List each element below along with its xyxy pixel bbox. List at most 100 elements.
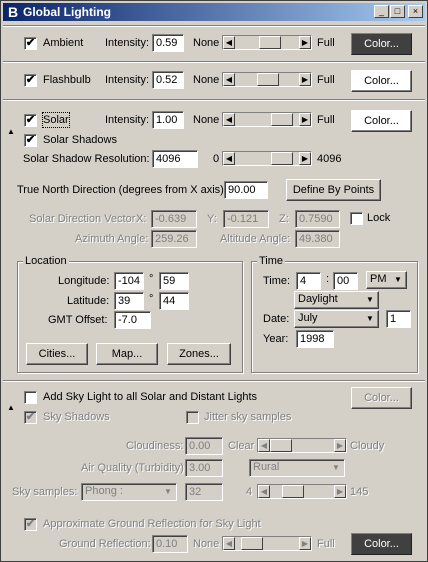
slider-thumb: [241, 537, 263, 550]
cities-button[interactable]: Cities...: [26, 343, 88, 365]
vector-z-label: Z:: [279, 213, 289, 225]
sky-color-button: Color...: [351, 387, 412, 409]
cloudiness-clear-label: Clear: [228, 440, 255, 452]
flashbulb-color-button[interactable]: Color...: [351, 70, 412, 92]
vector-y-field: -0.121: [223, 210, 269, 228]
slider-left-arrow-icon: ◀: [223, 537, 235, 550]
slider-thumb[interactable]: [271, 113, 293, 126]
ambient-checkbox[interactable]: ✔: [24, 37, 37, 50]
map-button[interactable]: Map...: [96, 343, 158, 365]
slider-thumb[interactable]: [257, 73, 279, 86]
true-north-label: True North Direction (degrees from X axi…: [17, 184, 227, 196]
degree-symbol: °: [149, 293, 154, 305]
slider-thumb: [282, 485, 304, 498]
ampm-dropdown[interactable]: PM ▼: [366, 271, 407, 289]
solar-color-button[interactable]: Color...: [351, 110, 412, 132]
ambient-intensity-field[interactable]: 0.59: [152, 34, 184, 52]
air-preset-value: Rural: [253, 461, 280, 473]
ambient-none-label: None: [193, 37, 220, 49]
flashbulb-intensity-slider[interactable]: ◀ ▶: [222, 72, 312, 87]
solar-shadows-checkbox[interactable]: ✔: [24, 134, 37, 147]
flashbulb-intensity-label: Intensity:: [105, 74, 150, 86]
slider-left-arrow-icon[interactable]: ◀: [223, 73, 235, 86]
slider-left-arrow-icon: ◀: [258, 439, 270, 452]
air-quality-field: 3.00: [185, 459, 223, 477]
shadow-resolution-max: 4096: [317, 153, 342, 165]
cloudiness-slider: ◀ ▶: [257, 438, 347, 453]
azimuth-field: 259.26: [151, 230, 197, 248]
latitude-minutes-field[interactable]: 44: [159, 292, 189, 310]
lock-checkbox[interactable]: [350, 212, 363, 225]
jitter-checkbox: [186, 411, 199, 424]
app-icon: B: [7, 4, 19, 20]
sky-shadows-checkbox: ✔: [24, 411, 37, 424]
longitude-minutes-field[interactable]: 59: [159, 272, 189, 290]
ambient-intensity-slider[interactable]: ◀ ▶: [222, 35, 312, 50]
add-sky-light-checkbox[interactable]: [24, 391, 37, 404]
solar-intensity-field[interactable]: 1.00: [152, 111, 184, 129]
collapse-triangle-icon[interactable]: ▲: [7, 403, 15, 412]
ground-full-label: Full: [317, 538, 335, 550]
slider-right-arrow-icon[interactable]: ▶: [299, 73, 311, 86]
solar-label: Solar: [42, 112, 70, 128]
slider-left-arrow-icon: ◀: [258, 485, 270, 498]
slider-right-arrow-icon[interactable]: ▶: [299, 152, 311, 165]
ground-none-label: None: [193, 538, 220, 550]
lock-label: Lock: [367, 212, 391, 224]
add-sky-light-label: Add Sky Light to all Solar and Distant L…: [43, 391, 258, 403]
collapse-triangle-icon[interactable]: ▲: [7, 127, 15, 136]
slider-right-arrow-icon: ▶: [334, 485, 346, 498]
title-bar[interactable]: B Global Lighting _ □ ×: [3, 3, 425, 21]
solar-intensity-slider[interactable]: ◀ ▶: [222, 112, 312, 127]
define-by-points-button[interactable]: Define By Points: [286, 179, 381, 201]
hour-field[interactable]: 4: [296, 272, 321, 290]
shadow-resolution-min: 0: [213, 153, 220, 165]
zones-button[interactable]: Zones...: [167, 343, 231, 365]
time-separator: :: [326, 273, 330, 285]
latitude-degrees-field[interactable]: 39: [114, 292, 144, 310]
altitude-field: 49.380: [295, 230, 340, 248]
shadow-resolution-label: Solar Shadow Resolution:: [23, 153, 150, 165]
daylight-value: Daylight: [298, 293, 338, 305]
location-group-label: Location: [23, 255, 69, 268]
dropdown-arrow-icon: ▼: [366, 295, 374, 304]
ground-color-button[interactable]: Color...: [351, 533, 412, 555]
minute-field[interactable]: 00: [333, 272, 358, 290]
slider-left-arrow-icon[interactable]: ◀: [223, 152, 235, 165]
time-label: Time:: [263, 275, 291, 287]
true-north-field[interactable]: 90.00: [224, 181, 268, 199]
slider-right-arrow-icon: ▶: [334, 439, 346, 452]
daylight-dropdown[interactable]: Daylight ▼: [294, 291, 379, 309]
shadow-resolution-field[interactable]: 4096: [152, 150, 198, 168]
slider-left-arrow-icon[interactable]: ◀: [223, 36, 235, 49]
slider-thumb[interactable]: [259, 36, 281, 49]
global-lighting-window: B Global Lighting _ □ × ✔ Ambient Intens…: [0, 0, 428, 562]
slider-thumb[interactable]: [271, 152, 293, 165]
month-dropdown[interactable]: July ▼: [294, 310, 379, 328]
slider-right-arrow-icon[interactable]: ▶: [299, 36, 311, 49]
sky-samples-label: Sky samples:: [12, 486, 78, 498]
close-button[interactable]: ×: [408, 5, 423, 18]
latitude-label: Latitude:: [67, 295, 110, 307]
ambient-label: Ambient: [43, 37, 84, 49]
maximize-button[interactable]: □: [390, 5, 405, 18]
slider-right-arrow-icon[interactable]: ▶: [299, 113, 311, 126]
day-field[interactable]: 1: [386, 310, 411, 328]
longitude-degrees-field[interactable]: -104: [114, 272, 144, 290]
separator: [3, 25, 425, 27]
year-field[interactable]: 1998: [296, 330, 334, 348]
slider-left-arrow-icon[interactable]: ◀: [223, 113, 235, 126]
slider-thumb: [270, 439, 292, 452]
ampm-value: PM: [370, 273, 387, 285]
ground-reflection-checkbox: ✔: [24, 518, 37, 531]
solar-none-label: None: [193, 114, 220, 126]
flashbulb-intensity-field[interactable]: 0.52: [152, 71, 184, 89]
ambient-color-button[interactable]: Color...: [351, 33, 412, 55]
gmt-offset-label: GMT Offset:: [48, 314, 108, 326]
flashbulb-checkbox[interactable]: ✔: [24, 74, 37, 87]
solar-checkbox[interactable]: ✔: [24, 114, 37, 127]
minimize-button[interactable]: _: [374, 5, 389, 18]
shadow-resolution-slider[interactable]: ◀ ▶: [222, 151, 312, 166]
gmt-offset-field[interactable]: -7.0: [114, 311, 151, 329]
cloudiness-field: 0.00: [185, 437, 223, 455]
